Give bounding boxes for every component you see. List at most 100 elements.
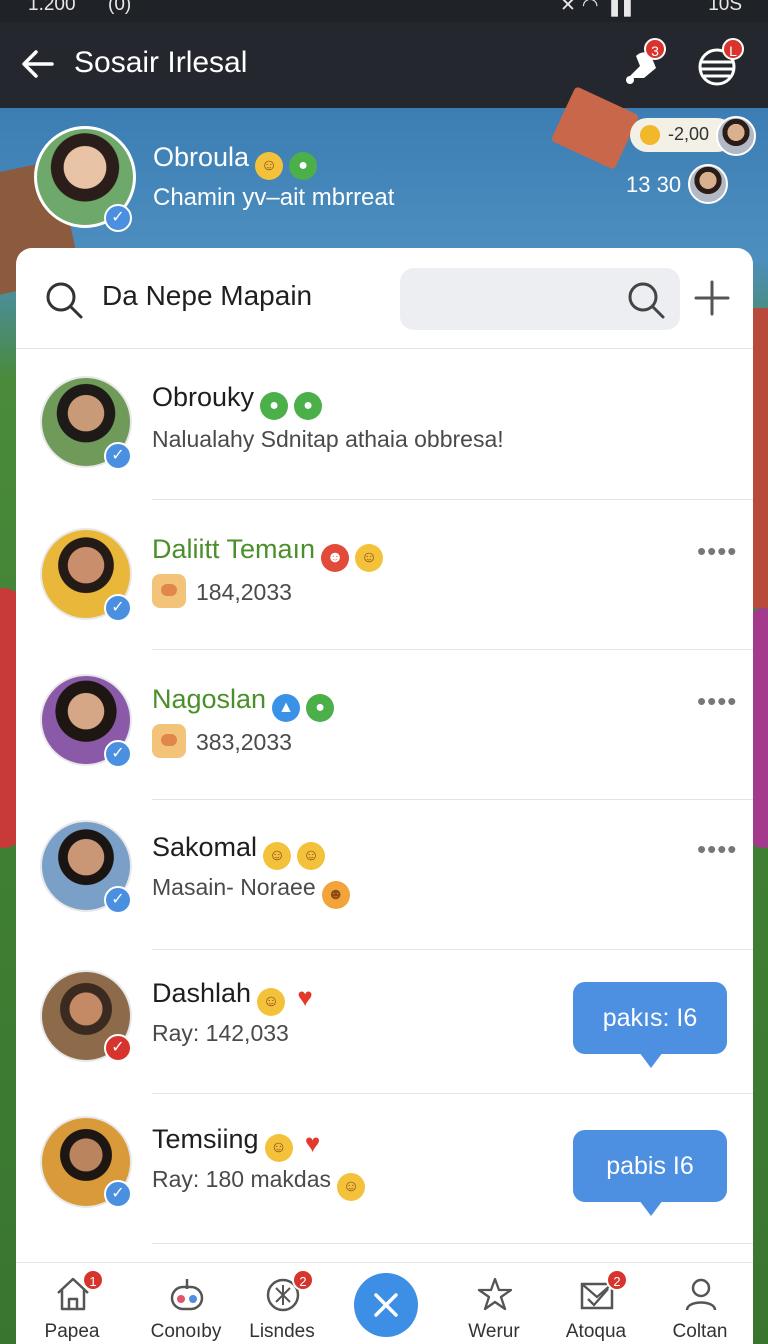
smile-emoji-icon: ☺ (255, 152, 284, 180)
chat-row[interactable]: ✓ Dashlah ☺ ♥ Ray: 142,033 pakıs: I6 (16, 948, 753, 1094)
close-icon (374, 1293, 398, 1317)
profile-status: Chamin yv–ait mbrreat (153, 184, 395, 211)
heart-emoji-icon: ♥ (297, 982, 313, 1012)
verified-check-icon: ✓ (104, 886, 132, 914)
profile-time: 13 30 (626, 172, 682, 197)
chat-name: Obrouky ● ● (152, 382, 323, 420)
nav-label: Atoqua (565, 1321, 627, 1342)
back-arrow-icon[interactable] (18, 44, 58, 84)
nav-badge: 2 (606, 1269, 628, 1291)
coin-icon (640, 125, 660, 145)
verified-check-icon: ✓ (104, 442, 132, 470)
laugh-emoji-icon: ☺ (297, 842, 326, 870)
nav-item-atoqua[interactable]: 2 Atoqua (546, 1263, 646, 1344)
user-icon (685, 1278, 717, 1311)
close-fab-button[interactable] (354, 1273, 418, 1337)
app-bar: Sosair Irlesal 3 L (0, 22, 768, 108)
chat-preview: Ray: 180 makdas ☺ (152, 1166, 365, 1201)
chat-name-text: Sakomal (152, 832, 258, 862)
chat-preview: Masain- Noraee ☻ (152, 874, 350, 909)
nav-item-werur[interactable]: Werur (444, 1263, 544, 1344)
profile-name-text: Obroula (153, 142, 250, 172)
search-input[interactable] (400, 268, 680, 330)
panel-title: Da Nepe Mapain (102, 280, 313, 311)
chat-name-text: Obrouky (152, 382, 255, 412)
nav-label: Werur (468, 1321, 520, 1342)
gamepad-icon (170, 1279, 204, 1311)
divider (16, 348, 753, 349)
add-icon[interactable] (692, 276, 732, 320)
chat-row[interactable]: ✓ Obrouky ● ● Nalualahy Sdnitap athaia obb… (16, 350, 753, 500)
friend-avatar[interactable] (688, 164, 728, 204)
nav-item-conoiby[interactable]: Conoıby (136, 1263, 236, 1344)
chat-preview-text: Ray: 180 makdas (152, 1166, 331, 1192)
chat-name: Temsiing ☺ ♥ (152, 1124, 327, 1162)
bird-emoji-icon: ▲ (272, 694, 301, 722)
chat-emoji-icon: ● (306, 694, 335, 722)
profile-name: Obroula ☺ ● (153, 142, 318, 180)
chat-preview: Nalualahy Sdnitap athaia obbresa! (152, 426, 504, 452)
battery-label: 10S (708, 0, 742, 15)
chat-name-text: Dashlah (152, 978, 252, 1008)
chat-row[interactable]: ✓ Temsiing ☺ ♥ Ray: 180 makdas ☺ pabis I6 (16, 1094, 753, 1244)
status-bar: 1.200 (0) ✕◠▐▌ 10S (0, 0, 768, 22)
nav-item-coltan[interactable]: Coltan (650, 1263, 750, 1344)
carrier-label: (0) (108, 0, 132, 15)
nav-label: Conoıby (150, 1321, 222, 1342)
chat-name-text: Nagoslan (152, 684, 267, 714)
smile-emoji-icon: ☺ (355, 544, 384, 572)
chat-preview: Ray: 142,033 (152, 1020, 289, 1046)
nav-badge: 2 (292, 1269, 314, 1291)
chat-name-text: Daliitt Temaın (152, 534, 316, 564)
chat-preview: 184,2033 (152, 574, 292, 608)
chat-name: Daliitt Temaın ☻ ☺ (152, 534, 384, 572)
more-options-icon[interactable]: •••• (697, 836, 736, 862)
laugh-emoji-icon: ☺ (263, 842, 292, 870)
chat-preview: 383,2033 (152, 724, 292, 758)
notification-badge: 3 (644, 38, 666, 60)
globe-button[interactable]: L (696, 38, 744, 88)
angry-emoji-icon: ☻ (321, 881, 350, 909)
chat-preview-text: 383,2033 (196, 729, 292, 755)
star-icon (477, 1277, 513, 1311)
more-options-icon[interactable]: •••• (697, 538, 736, 564)
smile-emoji-icon: ☺ (257, 988, 286, 1016)
chat-row[interactable]: ✓ Nagoslan ▲ ● 383,2033 •••• (16, 650, 753, 800)
search-icon (628, 282, 665, 319)
chat-name: Sakomal ☺ ☺ (152, 832, 326, 870)
chat-emoji-icon: ● (260, 392, 289, 420)
chat-preview-text: Masain- Noraee (152, 874, 316, 900)
chat-row[interactable]: ✓ Daliitt Temaın ☻ ☺ 184,2033 •••• (16, 500, 753, 650)
more-options-icon[interactable]: •••• (697, 688, 736, 714)
notification-button[interactable]: 3 (620, 38, 666, 88)
chat-emoji-icon: ● (289, 152, 318, 180)
globe-badge: L (722, 38, 744, 60)
chat-row[interactable]: ✓ Sakomal ☺ ☺ Masain- Noraee ☻ •••• (16, 800, 753, 950)
app-title: Sosair Irlesal (74, 46, 248, 79)
chat-preview-text: 184,2033 (196, 579, 292, 605)
message-bubble[interactable]: pakıs: I6 (573, 982, 727, 1068)
nav-label: Papea (44, 1321, 100, 1342)
sticker-icon (152, 724, 186, 758)
verified-check-icon: ✓ (104, 204, 132, 232)
nav-item-papea[interactable]: 1 Papea (22, 1263, 122, 1344)
heart-emoji-icon: ♥ (304, 1128, 321, 1158)
chat-name: Nagoslan ▲ ● (152, 684, 335, 722)
verified-check-icon: ✓ (104, 1180, 132, 1208)
divider (152, 1243, 753, 1244)
message-bubble[interactable]: pabis I6 (573, 1130, 727, 1216)
verified-check-icon: ✓ (104, 740, 132, 768)
nav-item-lisndes[interactable]: 2 Lisndes (232, 1263, 332, 1344)
chat-list-panel: Da Nepe Mapain ✓ Obrouky ● ● Nalualahy Sdn… (16, 248, 753, 1344)
signal-icons: ✕◠▐▌ (560, 0, 644, 16)
nav-label: Coltan (672, 1321, 728, 1342)
search-icon[interactable] (44, 280, 84, 320)
coin-value: -2,00 (668, 124, 710, 144)
verified-check-icon: ✓ (104, 594, 132, 622)
nav-badge: 1 (82, 1269, 104, 1291)
smile-emoji-icon: ☺ (264, 1134, 293, 1162)
nav-label: Lisndes (249, 1321, 315, 1342)
sweat-emoji-icon: ☺ (336, 1173, 365, 1201)
friend-avatar[interactable] (716, 116, 756, 156)
verified-check-icon: ✓ (104, 1034, 132, 1062)
